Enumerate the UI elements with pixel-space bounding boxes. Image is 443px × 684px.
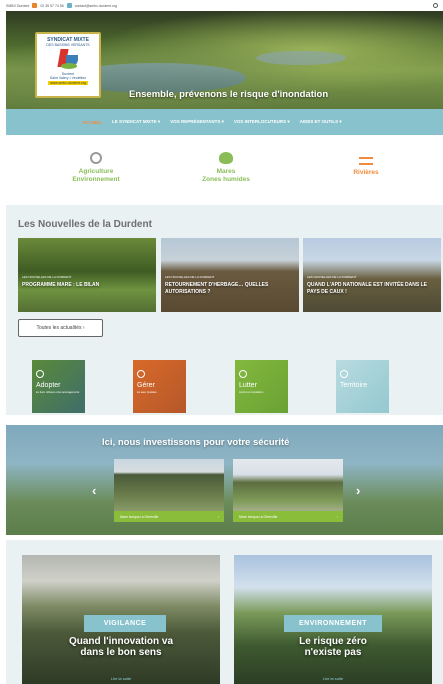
feature-headline: Quand l'innovation va dans le bon sens — [68, 636, 174, 658]
logo-line-2: DES BASSINS VERSANTS — [46, 43, 90, 47]
contact-bar: SMBV Durdent 02 35 57 74 56 contact@smbv… — [0, 0, 443, 11]
sun-gear-icon — [90, 152, 102, 164]
tile-label: Territoire — [340, 382, 368, 389]
slide-caption[interactable]: Mare tampon à Oherville › — [233, 511, 343, 522]
carousel-slide[interactable]: Mare tampon à Oherville › — [114, 459, 224, 522]
news-headline[interactable]: RETOURNEMENT D'HERBAGE… QUELLES AUTORISA… — [165, 282, 291, 296]
news-title: Les Nouvelles de la Durdent — [18, 219, 152, 230]
feature-badge: VIGILANCE — [84, 615, 166, 632]
carousel-prev-icon[interactable]: ‹ — [92, 483, 96, 498]
slide-caption-text: Mare tampon à Oherville — [120, 514, 159, 519]
nav-item-representants[interactable]: VOS REPRÉSENTANTS ▾ — [170, 119, 224, 125]
news-card[interactable]: LES NOUVELLES DE LA DURDENT RETOURNEMENT… — [161, 238, 299, 312]
tile-sub: contre les inondations — [239, 391, 264, 394]
read-more-link[interactable]: Lire la suite — [234, 676, 432, 681]
news-headline[interactable]: QUAND L'APD NATIONALE EST INVITÉE DANS L… — [307, 282, 433, 296]
theme-label: Mares Zones humides — [202, 168, 250, 183]
news-headline[interactable]: PROGRAMME MARE : LE BILAN — [22, 282, 148, 289]
feature-card-vigilance[interactable]: VIGILANCE Quand l'innovation va dans le … — [22, 555, 220, 684]
theme-label: Agriculture Environnement — [72, 168, 120, 183]
org-name: SMBV Durdent — [6, 3, 30, 8]
tile-label: Adopter — [36, 382, 61, 389]
nav-item-interlocuteurs[interactable]: VOS INTERLOCUTEURS ▾ — [234, 119, 290, 125]
tile-label: Lutter — [239, 382, 257, 389]
mail-icon — [66, 3, 72, 8]
waves-icon — [359, 157, 373, 165]
news-card[interactable]: LES NOUVELLES DE LA DURDENT PROGRAMME MA… — [18, 238, 156, 312]
theme-label: Rivières — [353, 169, 379, 176]
news-card[interactable]: LES NOUVELLES DE LA DURDENT QUAND L'APD … — [303, 238, 441, 312]
email-link[interactable]: contact@smbv-durdent.org — [75, 4, 117, 8]
tile-sub: les eaux pluviales — [137, 391, 157, 394]
read-more-link[interactable]: Lire la suite — [22, 676, 220, 681]
map-icon — [340, 370, 348, 378]
tile-label: Gérer — [137, 382, 155, 389]
investments-section: Ici, nous investissons pour votre sécuri… — [6, 425, 443, 535]
tile-sub: les bons réflexes et les aménagements — [36, 391, 80, 394]
hero-banner: SYNDICAT MIXTE DES BASSINS VERSANTS Durd… — [6, 11, 443, 109]
news-category: LES NOUVELLES DE LA DURDENT — [307, 275, 357, 279]
theme-rivieres[interactable]: Rivières — [336, 157, 396, 177]
phone-number[interactable]: 02 35 57 74 56 — [40, 4, 63, 8]
hero-pond-small — [256, 51, 346, 65]
nav-item-accueil[interactable]: ACCUEIL — [82, 120, 102, 125]
themes-row: Agriculture Environnement Mares Zones hu… — [6, 135, 443, 205]
carousel-slide[interactable]: Mare tampon à Oherville › — [233, 459, 343, 522]
nav-item-syndicat[interactable]: LE SYNDICAT MIXTE ▾ — [112, 119, 160, 125]
leaf-icon — [36, 370, 44, 378]
theme-mares[interactable]: Mares Zones humides — [186, 152, 266, 184]
logo-line-3: Durdent Saint Valery • Veulettes — [49, 72, 87, 80]
logo-mark-icon — [57, 49, 79, 71]
search-icon[interactable] — [433, 3, 438, 8]
logo-url: www.smbv-durdent.org — [48, 81, 88, 85]
carousel-next-icon[interactable]: › — [356, 483, 360, 498]
feature-badge: ENVIRONNEMENT — [284, 615, 382, 632]
tile-territoire[interactable]: Territoire — [336, 360, 389, 413]
phone-icon — [32, 3, 38, 8]
shield-icon — [239, 370, 247, 378]
slide-caption[interactable]: Mare tampon à Oherville › — [114, 511, 224, 522]
chevron-right-icon: › — [217, 514, 219, 519]
slide-photo — [233, 459, 343, 511]
main-nav: ACCUEIL LE SYNDICAT MIXTE ▾ VOS REPRÉSEN… — [6, 109, 443, 135]
theme-agriculture[interactable]: Agriculture Environnement — [56, 152, 136, 184]
feature-headline: Le risque zéro n'existe pas — [299, 636, 367, 658]
site-logo[interactable]: SYNDICAT MIXTE DES BASSINS VERSANTS Durd… — [35, 32, 101, 98]
news-category: LES NOUVELLES DE LA DURDENT — [22, 275, 72, 279]
feature-card-environnement[interactable]: ENVIRONNEMENT Le risque zéro n'existe pa… — [234, 555, 432, 684]
hero-tagline: Ensemble, prévenons le risque d'inondati… — [129, 89, 329, 100]
nav-item-aides[interactable]: AIDES ET OUTILS ▾ — [300, 119, 342, 125]
tile-adopter[interactable]: Adopter les bons réflexes et les aménage… — [32, 360, 85, 413]
all-news-button[interactable]: Toutes les actualités › — [18, 319, 103, 337]
slide-caption-text: Mare tampon à Oherville — [239, 514, 278, 519]
news-category: LES NOUVELLES DE LA DURDENT — [165, 275, 215, 279]
tile-lutter[interactable]: Lutter contre les inondations — [235, 360, 288, 413]
water-drop-icon — [219, 152, 233, 164]
chevron-right-icon: › — [336, 514, 338, 519]
slide-photo — [114, 459, 224, 511]
news-section: Les Nouvelles de la Durdent LES NOUVELLE… — [6, 205, 443, 415]
investments-title: Ici, nous investissons pour votre sécuri… — [102, 437, 290, 448]
features-section: VIGILANCE Quand l'innovation va dans le … — [6, 540, 443, 684]
tile-gerer[interactable]: Gérer les eaux pluviales — [133, 360, 186, 413]
rain-icon — [137, 370, 145, 378]
